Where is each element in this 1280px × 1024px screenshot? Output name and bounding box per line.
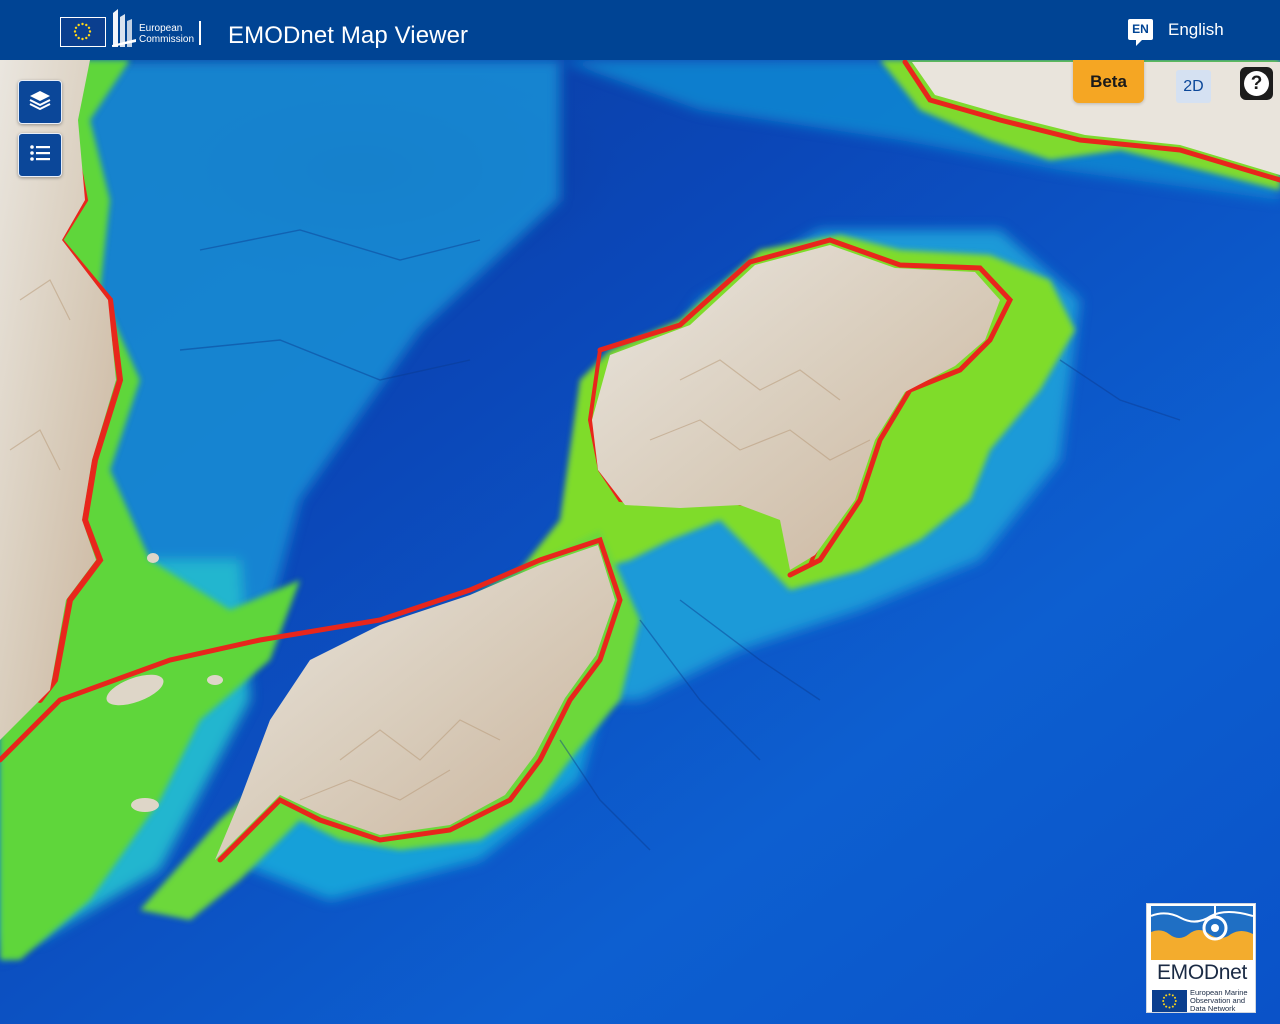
org-line-1: European: [139, 23, 183, 34]
map-viewer-app: European Commission EMODnet Map Viewer E…: [0, 0, 1280, 1024]
help-button[interactable]: ?: [1240, 67, 1273, 100]
layers-button[interactable]: [18, 80, 62, 124]
commission-wordmark: European Commission: [139, 23, 194, 45]
app-title: EMODnet Map Viewer: [228, 22, 469, 49]
help-icon: ?: [1244, 71, 1269, 96]
language-name[interactable]: English: [1168, 19, 1224, 40]
logo-divider: [199, 21, 201, 45]
emodnet-tagline: European Marine Observation and Data Net…: [1190, 989, 1254, 1013]
eu-flag-icon: [1152, 990, 1187, 1012]
language-code-badge[interactable]: EN: [1128, 19, 1153, 46]
emodnet-wordmark: EMODnet: [1156, 961, 1248, 984]
view-mode-2d-button[interactable]: 2D: [1176, 70, 1211, 103]
eu-flag-icon: [60, 17, 106, 47]
commission-building-icon: [112, 9, 136, 47]
org-line-2: Commission: [139, 34, 195, 45]
emodnet-wave-icon: [1150, 906, 1254, 960]
language-selector[interactable]: EN English: [1128, 19, 1224, 46]
layers-icon: [28, 88, 52, 117]
beta-badge[interactable]: Beta: [1073, 60, 1144, 103]
legend-list-button[interactable]: [18, 133, 62, 177]
tagline-line-3: Data Network: [1190, 1004, 1236, 1013]
bathymetry-map-canvas[interactable]: [0, 60, 1280, 1024]
emodnet-logo[interactable]: EMODnet European Marine Observation and …: [1146, 903, 1256, 1013]
list-icon: [28, 141, 52, 170]
header-bar: European Commission EMODnet Map Viewer E…: [0, 0, 1280, 60]
european-commission-logo[interactable]: European Commission: [60, 9, 202, 47]
